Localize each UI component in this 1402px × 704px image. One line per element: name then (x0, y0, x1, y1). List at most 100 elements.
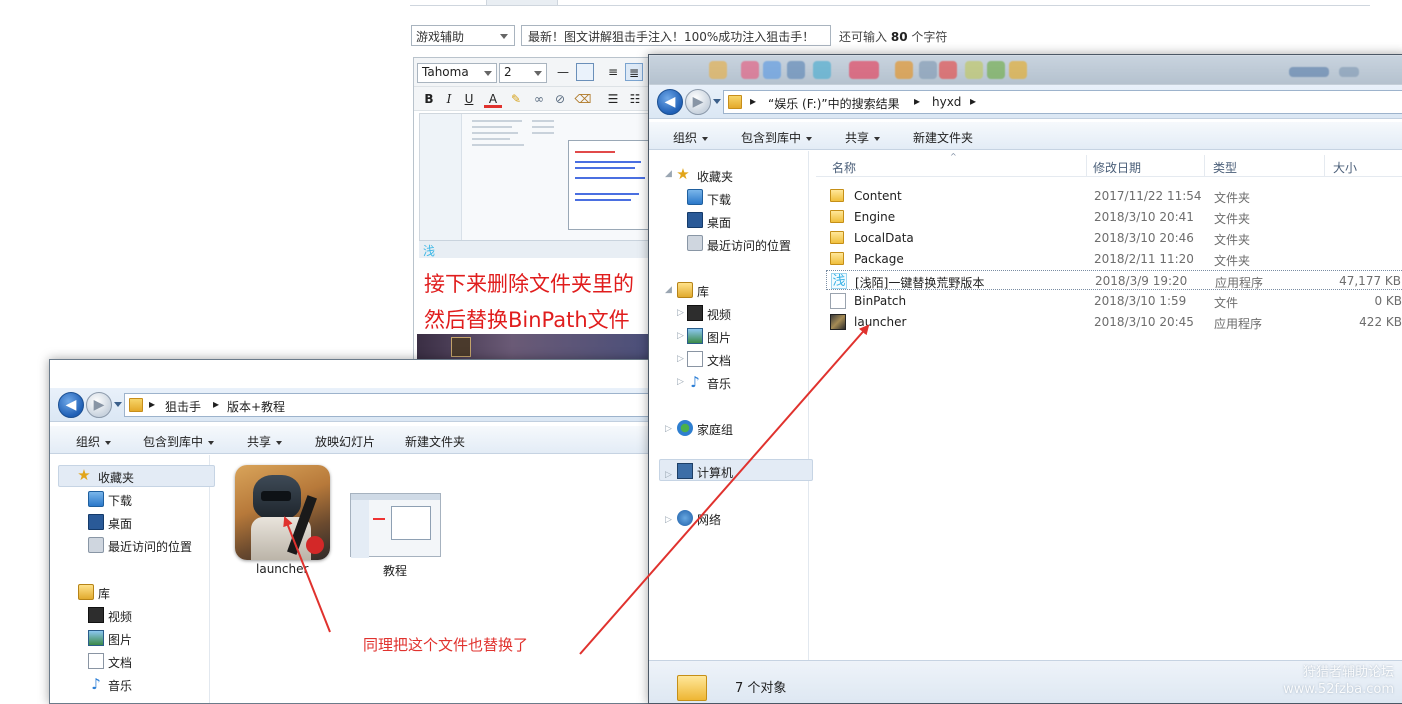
column-divider[interactable] (1324, 155, 1325, 177)
explorer-window-back[interactable]: ◀ ▶ ▸ 狙击手 ▸ 版本+教程 组织 包含到库中 共享 放映幻灯片 新建文件… (49, 359, 655, 704)
file-label-launcher[interactable]: launcher (256, 562, 308, 576)
expand-icon[interactable]: ▷ (677, 377, 684, 387)
nav-downloads[interactable]: 下载 (108, 492, 132, 509)
expand-icon[interactable]: ▷ (677, 354, 684, 364)
history-dropdown-icon[interactable] (114, 402, 122, 407)
expand-icon[interactable]: ▷ (665, 515, 672, 525)
organize-menu[interactable]: 组织 (673, 129, 709, 146)
file-row[interactable]: Engine 2018/3/10 20:41 文件夹 (826, 207, 1402, 227)
nav-computer[interactable]: 计算机 (697, 464, 733, 481)
indent-icon[interactable]: ☷ (626, 90, 644, 108)
file-row[interactable]: Content 2017/11/22 11:54 文件夹 (826, 186, 1402, 206)
include-in-library-menu[interactable]: 包含到库中 (143, 433, 215, 450)
align-center-icon[interactable]: ≣ (625, 63, 643, 81)
bold-button[interactable]: B (420, 90, 438, 108)
font-size-select[interactable]: 2 (499, 63, 547, 83)
back-arrow-icon[interactable]: ◀ (58, 392, 84, 418)
nav-documents[interactable]: 文档 (707, 352, 731, 369)
link-icon[interactable]: ∞ (530, 90, 548, 108)
game-launcher-icon[interactable] (235, 465, 330, 560)
align-left-icon[interactable]: ≡ (604, 63, 622, 81)
highlight-icon[interactable]: ✎ (507, 90, 525, 108)
column-divider[interactable] (1086, 155, 1087, 177)
nav-desktop[interactable]: 桌面 (108, 515, 132, 532)
nav-music[interactable]: 音乐 (108, 677, 132, 694)
column-name[interactable]: 名称 (832, 159, 856, 176)
window-title-bar[interactable] (649, 55, 1402, 85)
nav-favorites[interactable]: 收藏夹 (697, 168, 733, 185)
file-row[interactable]: launcher 2018/3/10 20:45 应用程序 422 KB (826, 312, 1402, 332)
font-color-button[interactable]: A (484, 90, 502, 108)
nav-videos[interactable]: 视频 (108, 608, 132, 625)
column-size[interactable]: 大小 (1333, 159, 1357, 176)
unlink-icon[interactable]: ⊘ (551, 90, 569, 108)
title-input[interactable]: 最新！图文讲解狙击手注入！100%成功注入狙击手！ (521, 25, 831, 46)
breadcrumb-item[interactable]: 版本+教程 (227, 398, 285, 415)
expand-icon[interactable]: ▷ (677, 331, 684, 341)
nav-videos[interactable]: 视频 (707, 306, 731, 323)
organize-menu[interactable]: 组织 (76, 433, 112, 450)
expand-icon[interactable]: ◢ (665, 169, 672, 179)
file-row-selected[interactable]: 浅 [浅陌]一键替换荒野版本 2018/3/9 19:20 应用程序 47,17… (826, 270, 1402, 290)
new-folder-button[interactable]: 新建文件夹 (405, 433, 465, 450)
explorer-window-front[interactable]: ◀ ▶ ▸ “娱乐 (F:)”中的搜索结果 ▸ hyxd ▸ 组织 包含到库中 … (648, 54, 1402, 704)
column-type[interactable]: 类型 (1213, 159, 1237, 176)
image-thumbnail-icon[interactable] (350, 493, 441, 558)
breadcrumb-separator-icon[interactable]: ▸ (213, 397, 219, 411)
nav-recent-places[interactable]: 最近访问的位置 (108, 538, 192, 555)
share-menu[interactable]: 共享 (247, 433, 283, 450)
nav-pictures[interactable]: 图片 (707, 329, 731, 346)
list-icon[interactable]: ☰ (604, 90, 622, 108)
nav-libraries[interactable]: 库 (697, 283, 709, 300)
table-icon[interactable] (576, 63, 594, 81)
forward-arrow-icon[interactable]: ▶ (86, 392, 112, 418)
back-arrow-icon[interactable]: ◀ (657, 89, 683, 115)
expand-icon[interactable]: ◢ (665, 285, 672, 295)
breadcrumb-separator-icon[interactable]: ▸ (750, 94, 756, 108)
file-row[interactable]: LocalData 2018/3/10 20:46 文件夹 (826, 228, 1402, 248)
file-label-tutorial[interactable]: 教程 (383, 562, 407, 579)
file-row[interactable]: Package 2018/2/11 11:20 文件夹 (826, 249, 1402, 269)
history-dropdown-icon[interactable] (713, 99, 721, 104)
nav-libraries[interactable]: 库 (98, 585, 110, 602)
slideshow-button[interactable]: 放映幻灯片 (315, 433, 375, 450)
column-date[interactable]: 修改日期 (1093, 159, 1141, 176)
clear-format-icon[interactable]: ⌫ (574, 90, 592, 108)
expand-icon[interactable]: ▷ (665, 470, 672, 480)
nav-music[interactable]: 音乐 (707, 375, 731, 392)
address-bar[interactable]: ▸ 狙击手 ▸ 版本+教程 (124, 393, 654, 417)
breadcrumb-separator-icon[interactable]: ▸ (149, 397, 155, 411)
star-icon: ★ (676, 165, 690, 183)
window-title-bar[interactable] (50, 360, 654, 388)
italic-button[interactable]: I (440, 90, 458, 108)
column-divider[interactable] (1204, 155, 1205, 177)
nav-recent-places[interactable]: 最近访问的位置 (707, 237, 791, 254)
category-select[interactable]: 游戏辅助 (411, 25, 515, 46)
forward-arrow-icon[interactable]: ▶ (685, 89, 711, 115)
breadcrumb-separator-icon[interactable]: ▸ (970, 94, 976, 108)
breadcrumb-item[interactable]: 狙击手 (165, 398, 201, 415)
file-row[interactable]: BinPatch 2018/3/10 1:59 文件 0 KB (826, 291, 1402, 311)
breadcrumb-separator-icon[interactable]: ▸ (914, 94, 920, 108)
nav-desktop[interactable]: 桌面 (707, 214, 731, 231)
nav-documents[interactable]: 文档 (108, 654, 132, 671)
nav-downloads[interactable]: 下载 (707, 191, 731, 208)
nav-pictures[interactable]: 图片 (108, 631, 132, 648)
blurred-taskbar-icon (763, 61, 781, 79)
font-family-select[interactable]: Tahoma (417, 63, 497, 83)
address-bar[interactable]: ▸ “娱乐 (F:)”中的搜索结果 ▸ hyxd ▸ (723, 90, 1402, 114)
editor-tab[interactable] (486, 0, 558, 6)
nav-favorites[interactable]: 收藏夹 (98, 469, 134, 486)
breadcrumb-item[interactable]: “娱乐 (F:)”中的搜索结果 (768, 95, 900, 112)
share-menu[interactable]: 共享 (845, 129, 881, 146)
horizontal-rule-icon[interactable]: — (554, 63, 572, 81)
expand-icon[interactable]: ▷ (665, 424, 672, 434)
nav-homegroup[interactable]: 家庭组 (697, 421, 733, 438)
breadcrumb-item[interactable]: hyxd (932, 95, 961, 109)
expand-icon[interactable]: ▷ (677, 308, 684, 318)
include-in-library-menu[interactable]: 包含到库中 (741, 129, 813, 146)
folder-icon (830, 189, 844, 202)
nav-network[interactable]: 网络 (697, 511, 721, 528)
new-folder-button[interactable]: 新建文件夹 (913, 129, 973, 146)
underline-button[interactable]: U (460, 90, 478, 108)
